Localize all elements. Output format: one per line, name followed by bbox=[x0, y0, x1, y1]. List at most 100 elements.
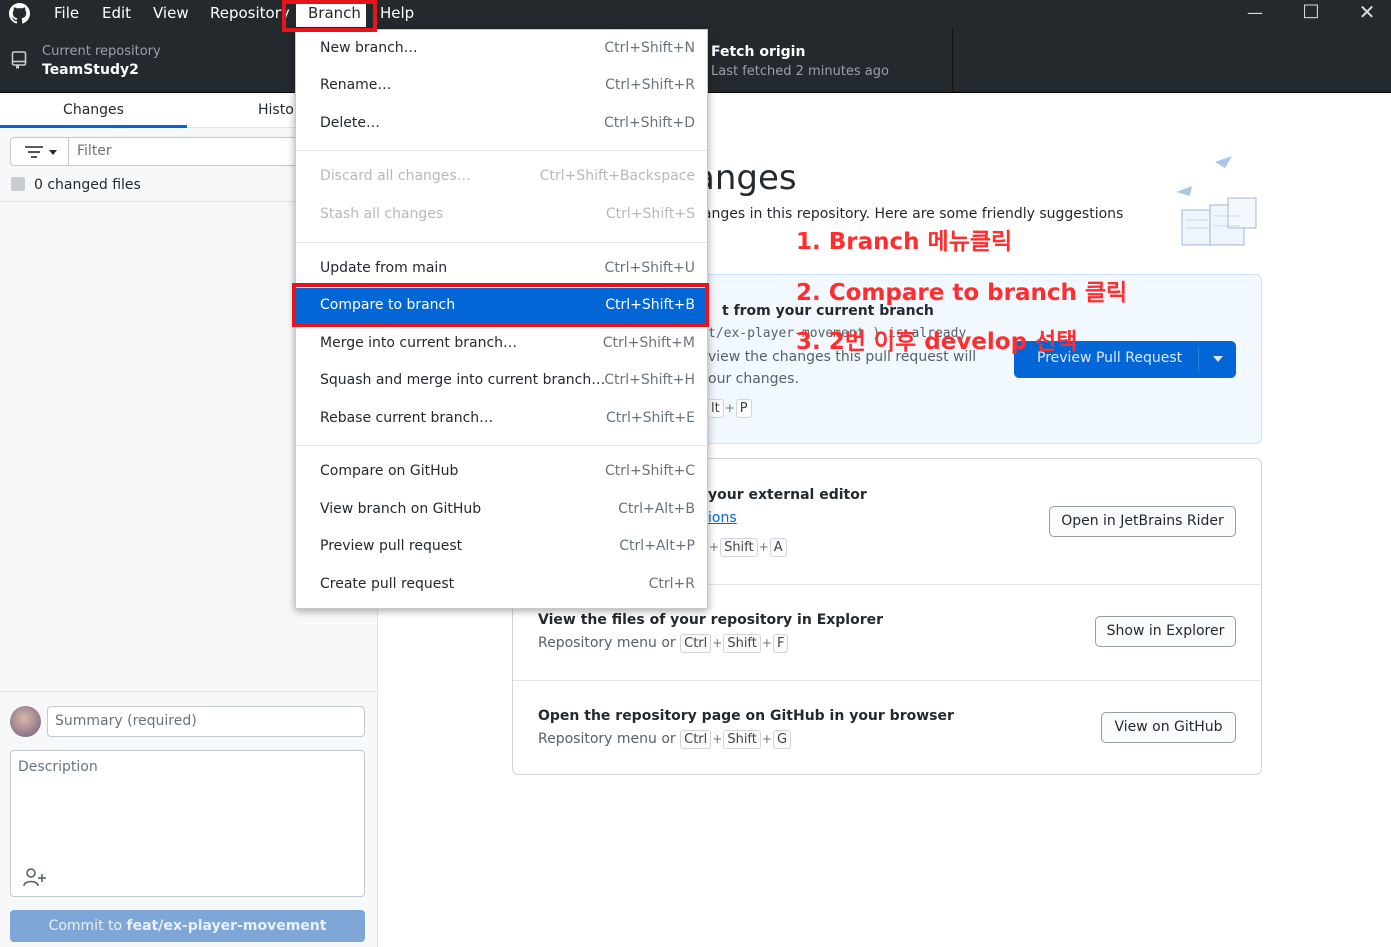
menu-help[interactable]: Help bbox=[380, 4, 414, 22]
menu-item-label: Compare on GitHub bbox=[320, 463, 459, 479]
kbd-ctrl: Ctrl bbox=[680, 730, 712, 749]
annotation-step1: 1. Branch 메뉴클릭 bbox=[796, 229, 1013, 255]
summary-placeholder: Summary (required) bbox=[55, 713, 197, 729]
annotation-step3: 3. 2번 이후 develop 선택 bbox=[796, 329, 1078, 355]
description-placeholder: Description bbox=[18, 759, 98, 775]
commit-area: Summary (required) Description Commit to… bbox=[0, 691, 377, 947]
menu-item-label: Stash all changes bbox=[320, 206, 444, 222]
minimize-icon[interactable]: — bbox=[1245, 3, 1265, 22]
kbd-f: F bbox=[772, 634, 789, 653]
github-row-title: Open the repository page on GitHub in yo… bbox=[538, 708, 954, 724]
menu-item-squash-and-merge[interactable]: Squash and merge into current branch… Ct… bbox=[296, 363, 707, 399]
menu-item-discard-all-changes: Discard all changes… Ctrl+Shift+Backspac… bbox=[296, 159, 707, 195]
menu-item-new-branch[interactable]: New branch… Ctrl+Shift+N bbox=[296, 31, 707, 67]
kbd-shift: Shift bbox=[723, 634, 761, 653]
menu-item-label: Squash and merge into current branch… bbox=[320, 372, 606, 388]
menu-item-delete[interactable]: Delete… Ctrl+Shift+D bbox=[296, 106, 707, 142]
menu-item-create-pull-request[interactable]: Create pull request Ctrl+R bbox=[296, 567, 707, 603]
menu-item-label: View branch on GitHub bbox=[320, 501, 482, 517]
menu-item-merge-into-current-branch[interactable]: Merge into current branch… Ctrl+Shift+M bbox=[296, 326, 707, 362]
explorer-row-shortcut: Repository menu or Ctrl + Shift + F bbox=[538, 634, 789, 653]
menu-edit[interactable]: Edit bbox=[102, 4, 131, 22]
explorer-row-title: View the files of your repository in Exp… bbox=[538, 612, 884, 628]
menu-item-label: Preview pull request bbox=[320, 538, 463, 554]
explorer-row-sub: Repository menu or bbox=[538, 635, 676, 651]
menu-item-shortcut: Ctrl+Shift+D bbox=[604, 115, 695, 131]
menu-file[interactable]: File bbox=[54, 4, 79, 22]
menu-item-rename[interactable]: Rename… Ctrl+Shift+R bbox=[296, 68, 707, 104]
menu-item-shortcut: Ctrl+R bbox=[648, 576, 695, 592]
maximize-icon[interactable]: □ bbox=[1301, 0, 1321, 21]
menu-view[interactable]: View bbox=[153, 4, 189, 22]
avatar bbox=[10, 706, 41, 737]
menu-item-view-branch-on-github[interactable]: View branch on GitHub Ctrl+Alt+B bbox=[296, 492, 707, 528]
annotation-step2: 2. Compare to branch 클릭 bbox=[796, 280, 1128, 306]
description-input[interactable]: Description bbox=[10, 750, 365, 897]
pr-card-line3: our changes. bbox=[708, 371, 799, 387]
menu-item-shortcut: Ctrl+Shift+R bbox=[605, 77, 695, 93]
github-row-sub: Repository menu or bbox=[538, 731, 676, 747]
kbd-shift: Shift bbox=[720, 538, 758, 557]
kbd-a: A bbox=[769, 538, 787, 557]
menu-item-shortcut: Ctrl+Shift+S bbox=[605, 206, 695, 222]
no-changes-title: anges bbox=[694, 158, 797, 198]
summary-input[interactable]: Summary (required) bbox=[47, 706, 365, 737]
title-bar: File Edit View Repository Branch Help — … bbox=[0, 0, 1391, 29]
menu-item-label: Rebase current branch… bbox=[320, 410, 494, 426]
menu-item-label: Rename… bbox=[320, 77, 392, 93]
add-coauthor-icon[interactable] bbox=[23, 867, 47, 887]
editor-row-title: your external editor bbox=[708, 487, 867, 503]
menu-item-label: Create pull request bbox=[320, 576, 455, 592]
changed-files-count: 0 changed files bbox=[34, 177, 141, 193]
menu-item-rebase-current-branch[interactable]: Rebase current branch… Ctrl+Shift+E bbox=[296, 401, 707, 437]
no-changes-subtitle: hanges in this repository. Here are some… bbox=[694, 206, 1124, 222]
menu-separator bbox=[296, 445, 707, 446]
menu-item-shortcut: Ctrl+Shift+N bbox=[604, 40, 695, 56]
menu-item-label: Merge into current branch… bbox=[320, 335, 518, 351]
menu-item-compare-on-github[interactable]: Compare on GitHub Ctrl+Shift+C bbox=[296, 454, 707, 490]
commit-button-prefix: Commit to bbox=[48, 918, 127, 934]
kbd-p: P bbox=[735, 399, 752, 418]
pr-card-shortcut: lt + P bbox=[708, 399, 752, 418]
editor-row-shortcut: + Shift + A bbox=[708, 538, 787, 557]
filter-options-button[interactable] bbox=[11, 138, 69, 165]
kbd-shift: Shift bbox=[723, 730, 761, 749]
empty-state-illustration-icon bbox=[1176, 156, 1257, 246]
menu-item-label: Delete… bbox=[320, 115, 380, 131]
select-all-checkbox[interactable] bbox=[11, 177, 25, 191]
menu-separator bbox=[296, 150, 707, 151]
menu-item-preview-pull-request[interactable]: Preview pull request Ctrl+Alt+P bbox=[296, 529, 707, 565]
menu-item-update-from-main[interactable]: Update from main Ctrl+Shift+U bbox=[296, 251, 707, 287]
view-on-github-button[interactable]: View on GitHub bbox=[1101, 712, 1236, 743]
menu-item-label: Update from main bbox=[320, 260, 448, 276]
open-in-jetbrains-rider-button[interactable]: Open in JetBrains Rider bbox=[1049, 506, 1236, 537]
current-repository-caption: Current repository bbox=[42, 44, 161, 59]
filter-placeholder: Filter bbox=[77, 143, 112, 159]
menu-separator bbox=[296, 242, 707, 243]
repository-icon bbox=[11, 51, 27, 69]
menu-item-shortcut: Ctrl+Shift+H bbox=[604, 372, 695, 388]
menu-item-label: New branch… bbox=[320, 40, 418, 56]
editor-options-link[interactable]: ions bbox=[708, 510, 737, 526]
show-in-explorer-button[interactable]: Show in Explorer bbox=[1095, 616, 1236, 647]
current-repository-name: TeamStudy2 bbox=[42, 62, 139, 78]
current-repository-button[interactable]: Current repository TeamStudy2 bbox=[0, 27, 296, 93]
menu-repository[interactable]: Repository bbox=[210, 4, 290, 22]
menu-item-shortcut: Ctrl+Shift+E bbox=[605, 410, 695, 426]
filter-icon bbox=[25, 146, 57, 158]
menu-item-shortcut: Ctrl+Shift+C bbox=[605, 463, 695, 479]
kbd-g: G bbox=[772, 730, 792, 749]
fetch-origin-button[interactable]: Fetch origin Last fetched 2 minutes ago bbox=[694, 27, 953, 93]
github-row-shortcut: Repository menu or Ctrl + Shift + G bbox=[538, 730, 792, 749]
menu-item-shortcut: Ctrl+Shift+Backspace bbox=[539, 168, 695, 184]
menu-item-label: Discard all changes… bbox=[320, 168, 471, 184]
chevron-down-icon[interactable] bbox=[1213, 356, 1223, 363]
kbd-ctrl: Ctrl bbox=[680, 634, 712, 653]
close-icon[interactable]: ✕ bbox=[1357, 0, 1377, 24]
commit-button[interactable]: Commit to feat/ex-player-movement bbox=[10, 910, 365, 942]
menu-item-shortcut: Ctrl+Alt+B bbox=[618, 501, 695, 517]
tab-changes[interactable]: Changes bbox=[0, 93, 187, 128]
github-logo-icon bbox=[9, 3, 30, 24]
menu-item-shortcut: Ctrl+Alt+P bbox=[619, 538, 695, 554]
fetch-origin-title: Fetch origin bbox=[711, 44, 806, 60]
